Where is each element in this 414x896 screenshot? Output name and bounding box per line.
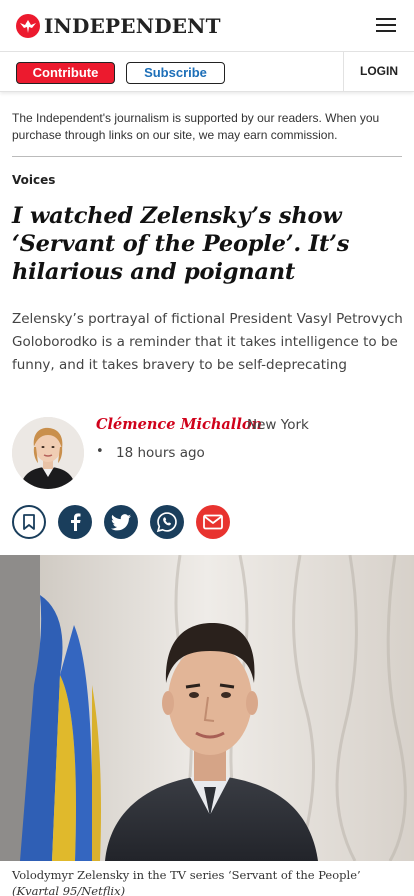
- contribute-button[interactable]: Contribute: [16, 62, 115, 84]
- image-caption: Volodymyr Zelensky in the TV series ‘Ser…: [0, 861, 414, 896]
- whatsapp-share-button[interactable]: [150, 505, 184, 539]
- email-icon: [203, 514, 223, 530]
- twitter-icon: [111, 513, 131, 530]
- login-link[interactable]: LOGIN: [360, 64, 398, 78]
- hamburger-menu-icon[interactable]: [376, 18, 396, 34]
- subnav-divider: [343, 52, 344, 92]
- bookmark-button[interactable]: [12, 505, 46, 539]
- sub-nav-bar: Contribute Subscribe LOGIN: [0, 52, 414, 92]
- image-caption-text: Volodymyr Zelensky in the TV series ‘Ser…: [12, 868, 361, 882]
- subscribe-button[interactable]: Subscribe: [126, 62, 225, 84]
- author-avatar[interactable]: [12, 417, 84, 489]
- article-headline: I watched Zelensky’s show ‘Servant of th…: [12, 203, 350, 285]
- logo-text: INDEPENDENT: [44, 14, 221, 38]
- top-bar: INDEPENDENT: [0, 0, 414, 52]
- image-credit: (Kvartal 95/Netflix): [12, 884, 126, 896]
- article-standfirst: Zelensky’s portrayal of fictional Presid…: [12, 311, 403, 373]
- twitter-share-button[interactable]: [104, 505, 138, 539]
- email-share-button[interactable]: [196, 505, 230, 539]
- article-hero-image[interactable]: [0, 555, 414, 861]
- zelensky-photo-illustration: [0, 555, 414, 861]
- publish-time: 18 hours ago: [116, 445, 205, 461]
- affiliate-disclaimer: The Independent's journalism is supporte…: [12, 111, 380, 142]
- author-name-link[interactable]: Clémence Michallon: [96, 416, 262, 433]
- bookmark-icon: [23, 514, 35, 530]
- author-location: New York: [247, 417, 309, 433]
- meta-separator: •: [96, 444, 104, 459]
- independent-logo[interactable]: INDEPENDENT: [16, 13, 221, 39]
- whatsapp-icon: [156, 512, 177, 533]
- facebook-share-button[interactable]: [58, 505, 92, 539]
- author-portrait-icon: [12, 417, 84, 489]
- disclaimer-divider: [12, 156, 402, 157]
- section-label[interactable]: Voices: [12, 173, 55, 187]
- facebook-icon: [71, 513, 81, 531]
- eagle-logo-icon: [16, 14, 40, 38]
